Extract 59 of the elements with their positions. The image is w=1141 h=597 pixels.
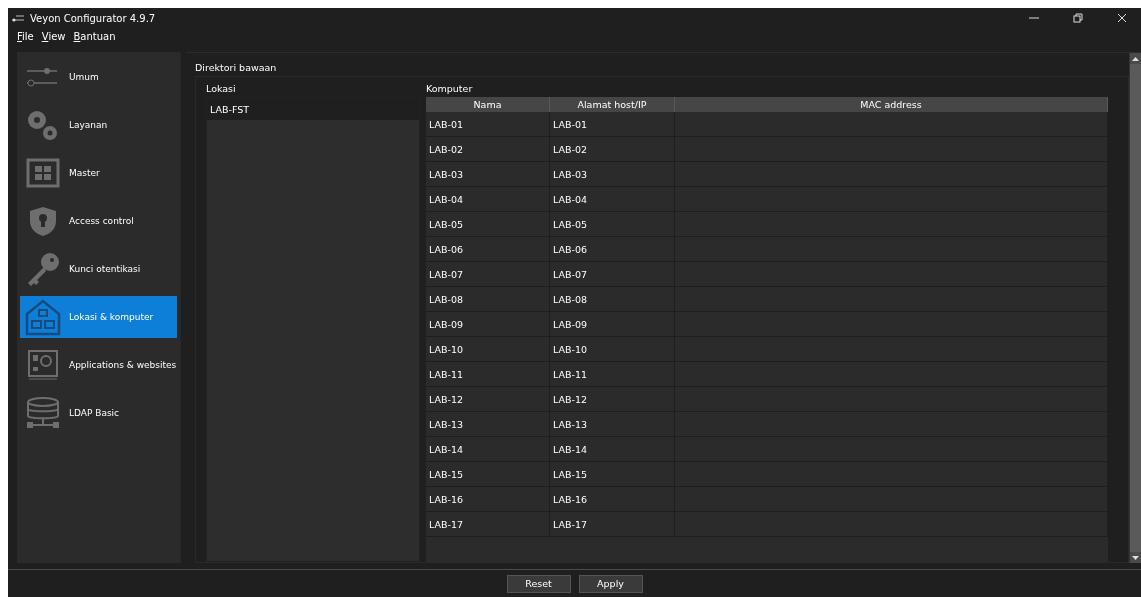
table-cell: LAB-07 [550,262,675,286]
table-cell: LAB-06 [426,237,550,261]
table-cell: LAB-13 [550,412,675,436]
table-cell: LAB-15 [426,462,550,486]
table-cell: LAB-14 [550,437,675,461]
table-cell: LAB-13 [426,412,550,436]
location-item[interactable]: LAB-FST [207,98,419,120]
sidebar-item[interactable]: Lokasi & komputer [20,296,177,338]
table-cell: LAB-03 [550,162,675,186]
table-cell: LAB-09 [426,312,550,336]
table-cell: LAB-03 [426,162,550,186]
table-cell: LAB-08 [550,287,675,311]
table-cell: LAB-15 [550,462,675,486]
sidebar-item[interactable]: Access control [20,200,177,242]
sidebar-item[interactable]: Layanan [20,104,177,146]
section-title: Komputer [426,83,474,96]
restore-icon [1073,13,1083,23]
table-cell: LAB-10 [550,337,675,361]
table-cell: LAB-16 [550,487,675,511]
sidebar-item[interactable]: Kunci otentikasi [20,248,177,290]
menu-item[interactable]: View [41,31,66,42]
table-cell: LAB-05 [426,212,550,236]
sidebar-item[interactable]: Umum [20,56,177,98]
table-cell: LAB-10 [426,337,550,361]
window-title: Veyon Configurator 4.9.7 [30,12,157,24]
action-button[interactable]: Reset [506,574,571,593]
table-cell: LAB-17 [550,512,675,536]
table-cell: LAB-17 [426,512,550,536]
scroll-down-icon[interactable] [1130,552,1141,563]
table-cell: LAB-05 [550,212,675,236]
table-cell: LAB-07 [426,262,550,286]
app-logo-icon [12,14,24,22]
sidebar-item[interactable]: LDAP Basic [20,392,177,434]
menu-item[interactable]: File [17,31,34,42]
scroll-up-icon[interactable] [1130,53,1141,64]
table-cell: LAB-01 [426,112,550,136]
table-cell: LAB-02 [550,137,675,161]
table-cell: LAB-02 [426,137,550,161]
menu-item[interactable]: Bantuan [73,31,116,42]
table-cell: LAB-12 [426,387,550,411]
table-cell: LAB-06 [550,237,675,261]
scrollbar[interactable] [1129,53,1141,563]
house-network-icon [23,298,63,336]
table-cell: LAB-12 [550,387,675,411]
table-cell: LAB-04 [550,187,675,211]
table-cell: LAB-09 [550,312,675,336]
table-cell: LAB-11 [426,362,550,386]
table-cell: LAB-04 [426,187,550,211]
action-button[interactable]: Apply [578,574,643,593]
close-icon [1117,13,1127,23]
table-cell: LAB-16 [426,487,550,511]
table-cell: LAB-14 [426,437,550,461]
table-cell: LAB-08 [426,287,550,311]
table-cell: LAB-11 [550,362,675,386]
table-cell: LAB-01 [550,112,675,136]
sidebar-item[interactable]: Applications & websites [20,344,177,386]
sidebar-item[interactable]: Master [20,152,177,194]
section-title: Lokasi [206,83,237,96]
group-title: Direktori bawaan [195,62,278,75]
